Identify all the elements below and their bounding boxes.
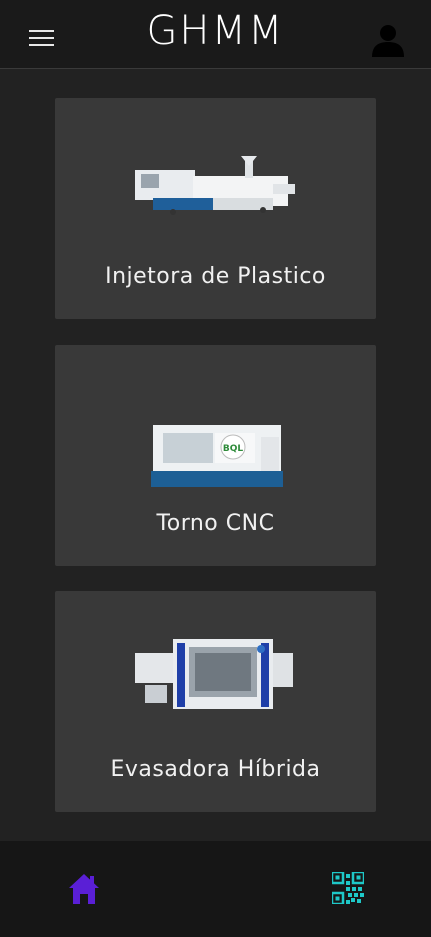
cnc-lathe-machine-image: BQL bbox=[151, 425, 283, 487]
machine-card-evasadora[interactable]: Evasadora Híbrida bbox=[55, 591, 376, 812]
machine-label: Torno CNC bbox=[156, 511, 275, 536]
machine-label: Injetora de Plastico bbox=[105, 264, 326, 289]
bottom-navigation bbox=[0, 841, 431, 937]
app-title: GHMM bbox=[146, 8, 285, 54]
bql-logo-icon: BQL bbox=[223, 444, 244, 454]
injection-molding-machine-image bbox=[135, 156, 295, 215]
app-header: GHMM bbox=[0, 0, 431, 69]
home-icon[interactable] bbox=[67, 872, 101, 906]
user-icon[interactable] bbox=[370, 22, 406, 58]
machine-card-torno[interactable]: BQL Torno CNC bbox=[55, 345, 376, 566]
machine-label: Evasadora Híbrida bbox=[110, 757, 321, 782]
machine-card-injetora[interactable]: Injetora de Plastico bbox=[55, 98, 376, 319]
qr-code-icon[interactable] bbox=[332, 872, 364, 904]
hybrid-bottling-machine-image bbox=[135, 639, 293, 709]
